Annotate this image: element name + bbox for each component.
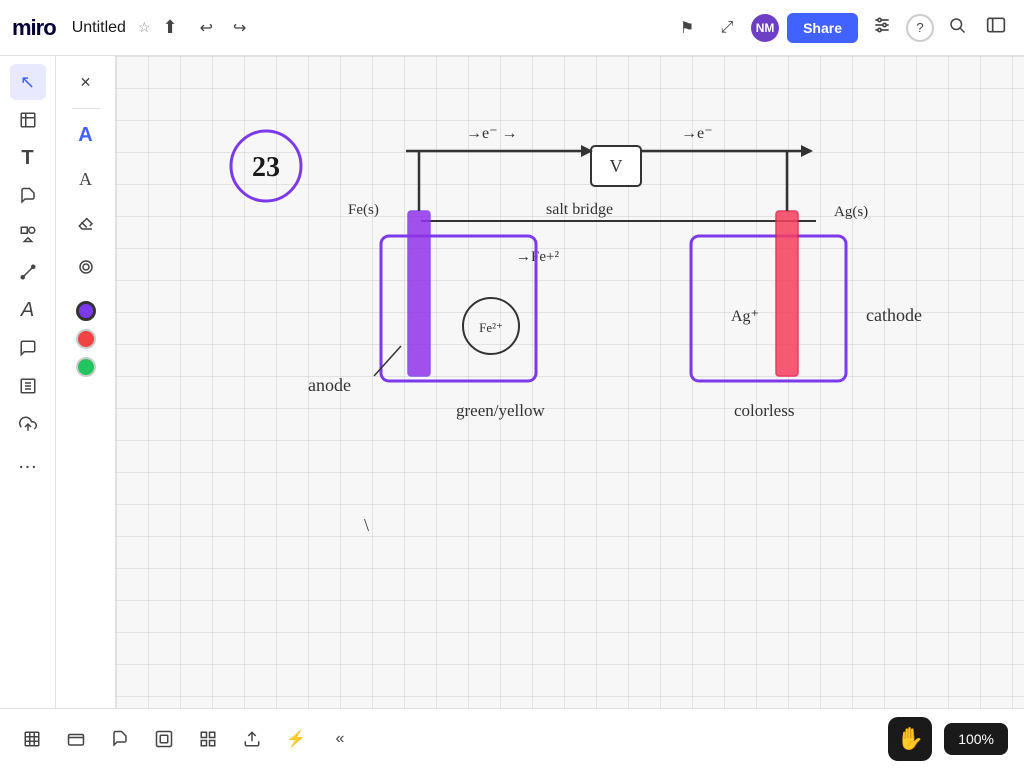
svg-text:\: \ <box>364 515 369 535</box>
select-tool[interactable]: ↖ <box>10 64 46 100</box>
pen-toolbar: ✕ A A <box>56 56 116 708</box>
miro-logo: miro <box>12 15 56 41</box>
svg-text:green/yellow: green/yellow <box>456 401 545 420</box>
handwriting-tool[interactable]: A <box>68 161 104 197</box>
document-title[interactable]: Untitled <box>72 19 126 37</box>
svg-text:Ag(s): Ag(s) <box>834 204 868 220</box>
top-bar: miro Untitled ☆ ⬆ ↩ ↪ ⚑ ⤢ NM Share ? <box>0 0 1024 56</box>
svg-text:→e⁻: →e⁻ <box>681 125 713 142</box>
svg-text:Ag⁺: Ag⁺ <box>731 308 759 325</box>
user-avatar[interactable]: NM <box>751 14 779 42</box>
line-tool[interactable] <box>10 254 46 290</box>
table-tool[interactable] <box>16 723 48 755</box>
svg-text:23: 23 <box>252 152 280 183</box>
color-red[interactable] <box>76 329 96 349</box>
help-icon[interactable]: ? <box>906 14 934 42</box>
text-style-tool[interactable]: A <box>10 292 46 328</box>
search-top-icon[interactable] <box>942 12 972 43</box>
lightning-tool[interactable]: ⚡ <box>280 723 312 755</box>
upload-tool[interactable] <box>10 406 46 442</box>
svg-text:Fe(s): Fe(s) <box>348 202 379 218</box>
align-tool[interactable] <box>10 368 46 404</box>
frame-small-tool[interactable] <box>148 723 180 755</box>
bottom-bar: ⚡ « ✋ 100% <box>0 708 1024 768</box>
svg-text:Fe²⁺: Fe²⁺ <box>479 320 503 335</box>
pen-tool-a[interactable]: A <box>68 117 104 153</box>
comment-tool[interactable] <box>10 330 46 366</box>
color-green[interactable] <box>76 357 96 377</box>
svg-text:salt bridge: salt bridge <box>546 201 613 218</box>
zoom-level[interactable]: 100% <box>944 723 1008 755</box>
arrows-tool[interactable]: « <box>324 723 356 755</box>
settings-icon[interactable] <box>866 11 898 44</box>
export-icon[interactable]: ⬆ <box>163 17 178 38</box>
left-toolbar: ↖ T A … <box>0 56 56 708</box>
text-tool[interactable]: T <box>10 140 46 176</box>
export-small-tool[interactable] <box>236 723 268 755</box>
sticky-small-tool[interactable] <box>104 723 136 755</box>
grid-tool[interactable] <box>192 723 224 755</box>
hand-tool-button[interactable]: ✋ <box>888 717 932 761</box>
card-tool[interactable] <box>60 723 92 755</box>
cursor-icon[interactable]: ⤢ <box>711 12 743 44</box>
svg-text:→e⁻ →: →e⁻ → <box>466 125 518 142</box>
eraser-tool[interactable] <box>68 205 104 241</box>
frame-tool[interactable] <box>10 102 46 138</box>
marker-tool[interactable] <box>68 249 104 285</box>
svg-text:colorless: colorless <box>734 401 794 420</box>
svg-text:anode: anode <box>308 375 351 395</box>
sticky-note-tool[interactable] <box>10 178 46 214</box>
close-pen-toolbar-button[interactable]: ✕ <box>68 64 104 100</box>
svg-text:→Fe+²: →Fe+² <box>516 249 559 265</box>
shapes-tool[interactable] <box>10 216 46 252</box>
color-options <box>76 301 96 377</box>
redo-button[interactable]: ↪ <box>227 14 252 42</box>
color-purple[interactable] <box>76 301 96 321</box>
sidebar-toggle-icon[interactable] <box>980 12 1012 43</box>
drawing-canvas: 23 V →e⁻ → →e⁻ salt bridge Fe(s) Ag(s) →… <box>116 56 1024 708</box>
svg-text:V: V <box>610 156 623 176</box>
share-button[interactable]: Share <box>787 13 858 43</box>
flag-icon[interactable]: ⚑ <box>671 12 703 44</box>
more-tools-button[interactable]: … <box>10 444 46 480</box>
canvas-area[interactable]: 23 V →e⁻ → →e⁻ salt bridge Fe(s) Ag(s) →… <box>116 56 1024 708</box>
svg-text:cathode: cathode <box>866 305 922 325</box>
favorite-star-icon[interactable]: ☆ <box>138 19 151 36</box>
undo-button[interactable]: ↩ <box>194 14 219 42</box>
pen-toolbar-divider <box>72 108 100 109</box>
